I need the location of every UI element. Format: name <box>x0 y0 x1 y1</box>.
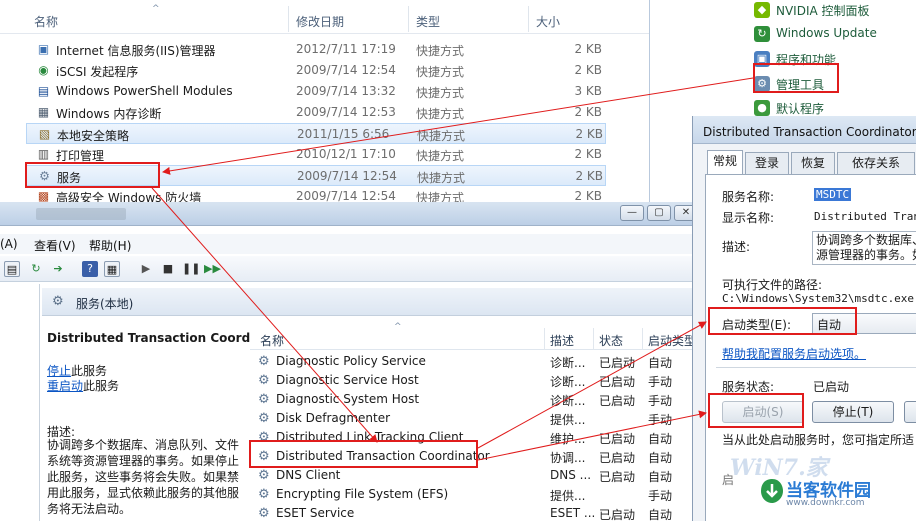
annotation-arrows <box>151 77 754 461</box>
site-watermark: WiN7.家 当客软件园 www.downkr.com <box>722 446 916 521</box>
watermark-logo-icon <box>761 479 783 503</box>
watermark-url: www.downkr.com <box>786 498 865 508</box>
